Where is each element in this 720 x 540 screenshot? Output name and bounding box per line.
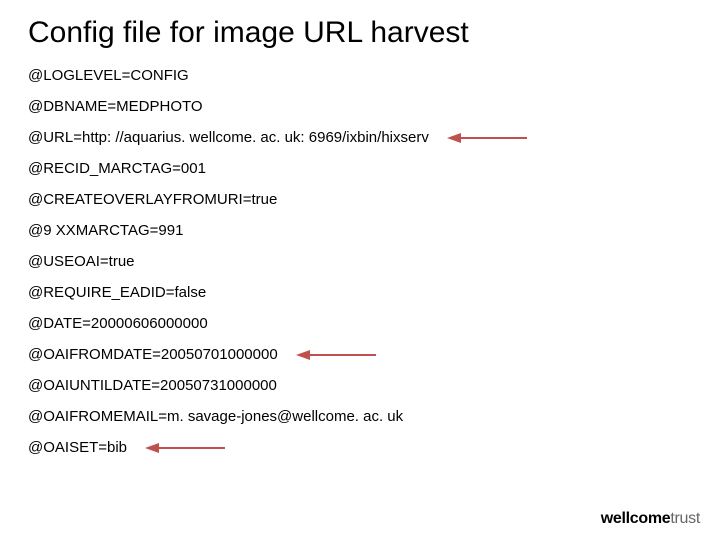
config-line: @REQUIRE_EADID=false [28,277,692,308]
config-line: @OAIFROMDATE=20050701000000 [28,339,692,370]
config-line-text: @DBNAME=MEDPHOTO [28,98,203,115]
config-line-text: @URL=http: //aquarius. wellcome. ac. uk:… [28,129,429,146]
logo-light: trust [670,510,700,528]
config-line: @LOGLEVEL=CONFIG [28,60,692,91]
slide: Config file for image URL harvest @LOGLE… [0,0,720,463]
config-line: @CREATEOVERLAYFROMURI=true [28,184,692,215]
logo-bold: wellcome [601,510,671,528]
arrow-left-icon [145,441,225,455]
arrow-left-icon [447,131,527,145]
config-line-text: @RECID_MARCTAG=001 [28,160,206,177]
config-line-text: @REQUIRE_EADID=false [28,284,206,301]
config-line: @OAIUNTILDATE=20050731000000 [28,370,692,401]
config-line: @9 XXMARCTAG=991 [28,215,692,246]
config-line: @DATE=20000606000000 [28,308,692,339]
arrow-left-icon [296,348,376,362]
config-line: @USEOAI=true [28,246,692,277]
config-line-text: @DATE=20000606000000 [28,315,208,332]
config-line-text: @OAIFROMDATE=20050701000000 [28,346,278,363]
config-lines: @LOGLEVEL=CONFIG @DBNAME=MEDPHOTO @URL=htt… [28,60,692,463]
logo: wellcometrust [601,510,700,528]
config-line: @OAISET=bib [28,432,692,463]
config-line-text: @OAIFROMEMAIL=m. savage-jones@wellcome. … [28,408,403,425]
config-line-text: @CREATEOVERLAYFROMURI=true [28,191,277,208]
config-line-text: @OAIUNTILDATE=20050731000000 [28,377,277,394]
config-line-text: @9 XXMARCTAG=991 [28,222,183,239]
config-line: @OAIFROMEMAIL=m. savage-jones@wellcome. … [28,401,692,432]
config-line: @URL=http: //aquarius. wellcome. ac. uk:… [28,122,692,153]
config-line-text: @USEOAI=true [28,253,135,270]
config-line-text: @OAISET=bib [28,439,127,456]
page-title: Config file for image URL harvest [28,16,692,50]
config-line: @DBNAME=MEDPHOTO [28,91,692,122]
config-line-text: @LOGLEVEL=CONFIG [28,67,189,84]
config-line: @RECID_MARCTAG=001 [28,153,692,184]
